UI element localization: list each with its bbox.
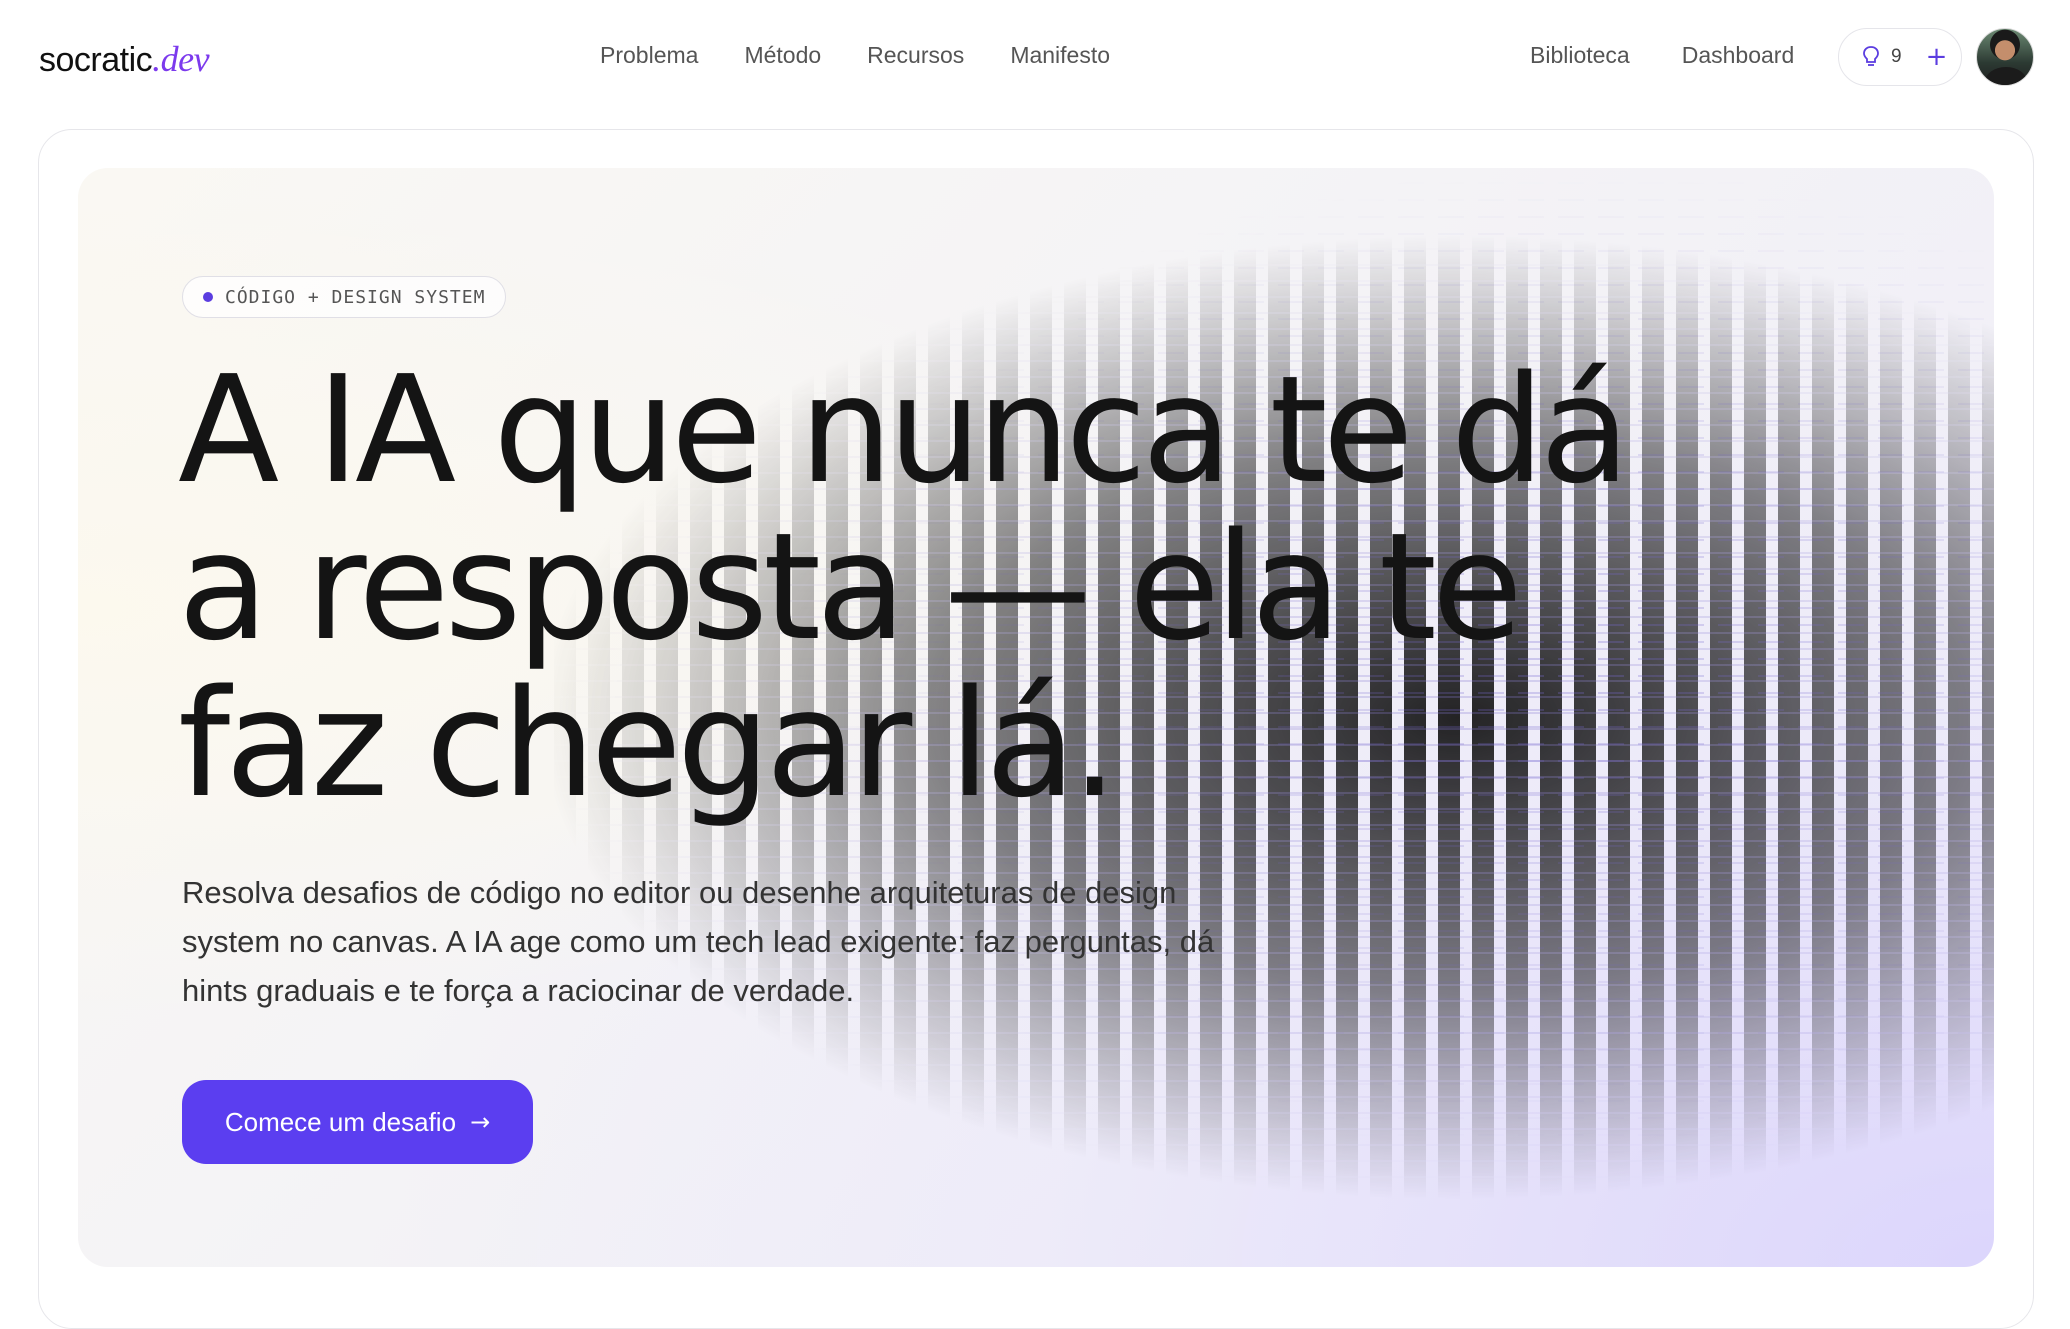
secondary-nav: Biblioteca Dashboard <box>1530 42 1794 69</box>
user-avatar[interactable] <box>1976 28 2034 86</box>
plus-icon[interactable]: + <box>1926 44 1948 70</box>
avatar-body <box>1985 67 2027 85</box>
lightbulb-icon <box>1863 46 1879 66</box>
nav-link-metodo[interactable]: Método <box>744 42 821 69</box>
category-badge: CÓDIGO + DESIGN SYSTEM <box>182 276 507 318</box>
start-challenge-button[interactable]: Comece um desafio → <box>182 1080 533 1164</box>
hints-count: 9 <box>1891 46 1902 67</box>
badge-label: CÓDIGO + DESIGN SYSTEM <box>225 286 486 308</box>
nav-link-recursos[interactable]: Recursos <box>867 42 964 69</box>
nav-link-biblioteca[interactable]: Biblioteca <box>1530 42 1630 69</box>
arrow-right-icon: → <box>470 1108 491 1136</box>
hero-headline: A IA que nunca te dá a resposta — ela te… <box>178 352 1678 823</box>
top-nav: socratic.dev Problema Método Recursos Ma… <box>0 0 2070 114</box>
hints-counter[interactable]: 9 + <box>1838 28 1962 86</box>
nav-link-manifesto[interactable]: Manifesto <box>1010 42 1110 69</box>
logo-accent: .dev <box>152 39 210 79</box>
logo[interactable]: socratic.dev <box>39 38 210 80</box>
cta-label: Comece um desafio <box>224 1106 457 1137</box>
badge-dot <box>203 292 213 302</box>
nav-link-dashboard[interactable]: Dashboard <box>1682 42 1795 69</box>
primary-nav: Problema Método Recursos Manifesto <box>600 42 1110 69</box>
headline-line-3: faz chegar lá. <box>178 658 1118 830</box>
headline-line-2: a resposta — ela te <box>178 501 1523 673</box>
logo-main: socratic <box>39 41 153 79</box>
headline-line-1: A IA que nunca te dá <box>178 344 1630 516</box>
nav-link-problema[interactable]: Problema <box>600 42 698 69</box>
hero-subtitle: Resolva desafios de código no editor ou … <box>182 875 1215 1008</box>
